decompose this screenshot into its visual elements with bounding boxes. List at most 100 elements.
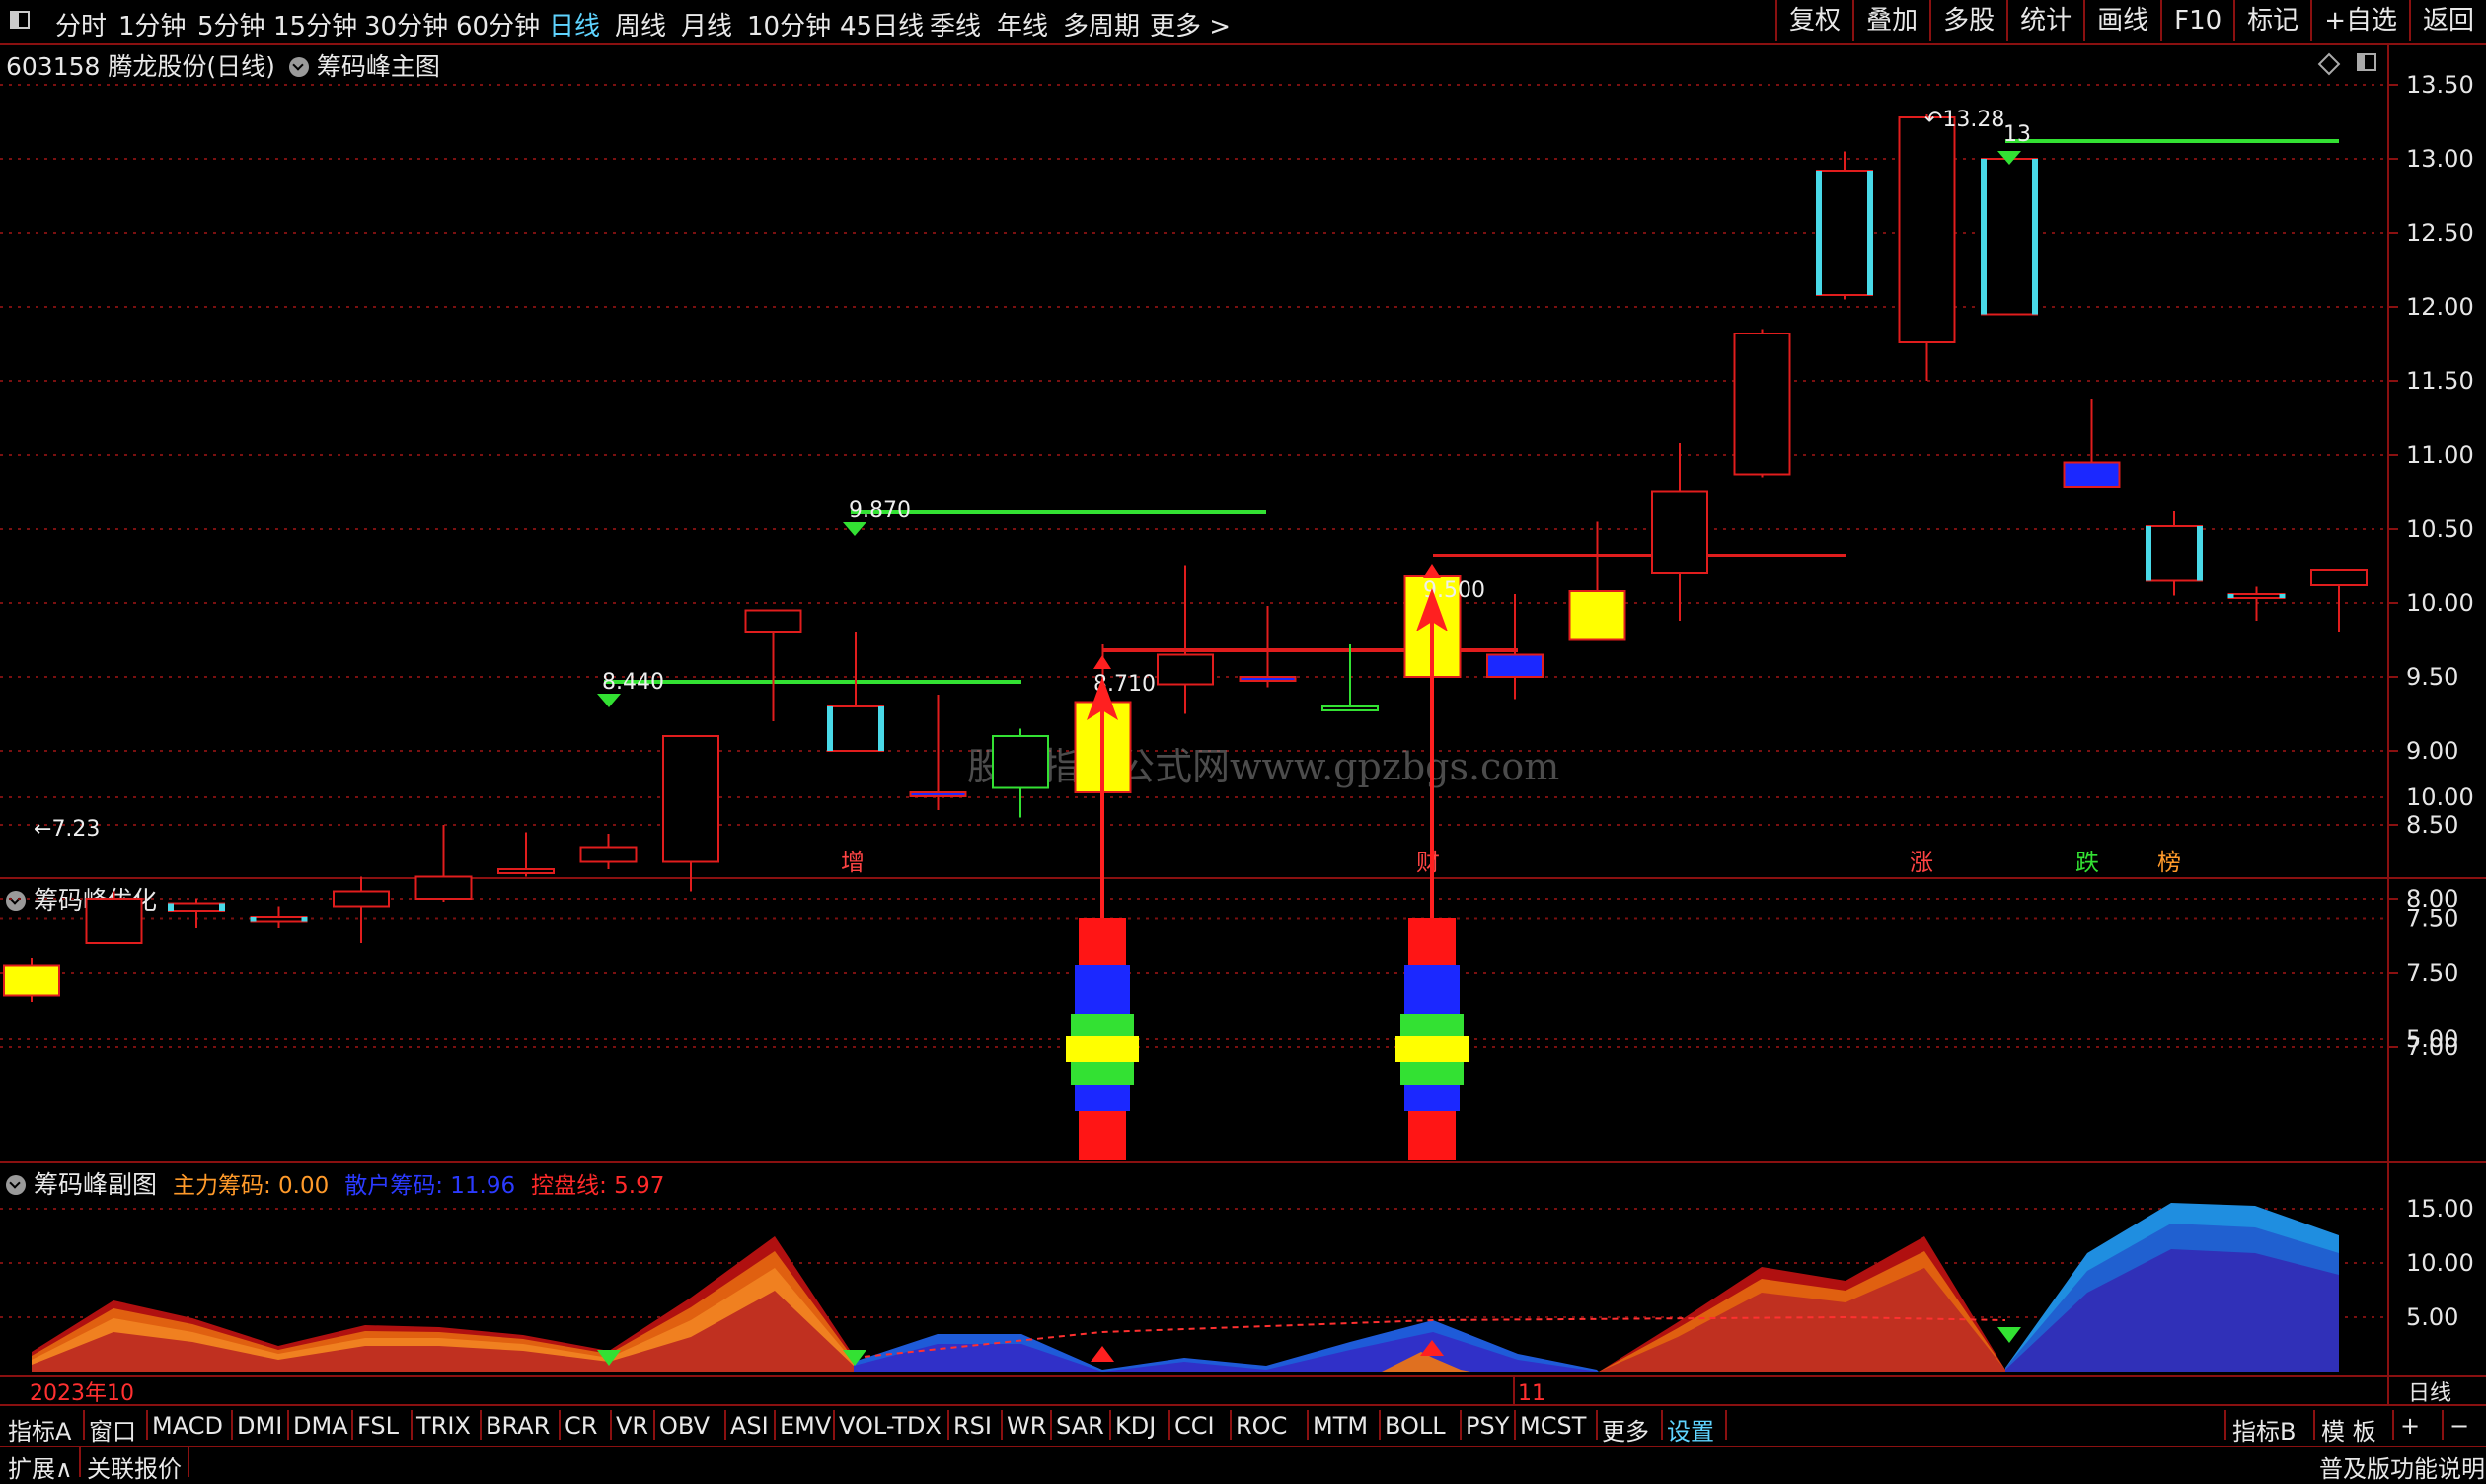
footer-bar: 扩展∧ 关联报价 普及版功能说明: [0, 1444, 2486, 1484]
tab-divider: [146, 1410, 148, 1440]
candlestick: [85, 891, 143, 944]
indicator-tab[interactable]: EMV: [780, 1412, 831, 1440]
price-annotation: 13: [2003, 122, 2031, 147]
indicator-a-button[interactable]: 指标A: [8, 1412, 71, 1447]
tab-divider: [774, 1410, 776, 1440]
indicator-tab[interactable]: CCI: [1174, 1412, 1215, 1440]
tab-divider: [411, 1410, 413, 1440]
price-annotation: 9.870: [849, 498, 911, 523]
indicator-tab[interactable]: PSY: [1466, 1412, 1509, 1440]
indicator-tab[interactable]: ASI: [730, 1412, 769, 1440]
indicator-tab[interactable]: 更多: [1602, 1412, 1649, 1447]
tab-divider: [2224, 1410, 2226, 1440]
y-tick-label: 12.00: [2406, 293, 2474, 321]
tab-divider: [287, 1410, 289, 1440]
tab-divider: [1230, 1410, 1232, 1440]
tab-divider: [1379, 1410, 1381, 1440]
tab-divider: [480, 1410, 482, 1440]
tab-divider: [1596, 1410, 1598, 1440]
indicator-tab[interactable]: KDJ: [1115, 1412, 1156, 1440]
indicator-tab[interactable]: ROC: [1236, 1412, 1287, 1440]
tab-divider: [1001, 1410, 1003, 1440]
indicator-tab[interactable]: CR: [565, 1412, 597, 1440]
candlestick: [992, 728, 1049, 818]
tab-divider: [833, 1410, 835, 1440]
linked-quote-button[interactable]: 关联报价: [87, 1449, 182, 1484]
indicator-tab[interactable]: MTM: [1313, 1412, 1368, 1440]
tab-divider: [231, 1410, 233, 1440]
candlestick: [744, 609, 802, 721]
y-tick-label: 10.50: [2406, 515, 2474, 543]
indicator-tab[interactable]: WR: [1007, 1412, 1046, 1440]
indicator-tab[interactable]: VOL-TDX: [839, 1412, 942, 1440]
tab-divider: [947, 1410, 949, 1440]
zoom-out-button[interactable]: −: [2449, 1412, 2469, 1440]
high-price-label: ↶13.28: [1924, 108, 2004, 132]
sell-signal-icon: [597, 694, 621, 707]
candlestick: [2063, 399, 2121, 488]
indicator-tab[interactable]: DMI: [237, 1412, 282, 1440]
expand-button[interactable]: 扩展∧: [8, 1449, 73, 1484]
y-tick-label: 7.50: [2406, 905, 2458, 932]
indicator-tab[interactable]: RSI: [953, 1412, 992, 1440]
indicator-tab[interactable]: MACD: [152, 1412, 223, 1440]
tab-divider: [1307, 1410, 1309, 1440]
chip-area-chart: [32, 1203, 2339, 1372]
candlestick: [250, 906, 308, 928]
tab-divider: [2442, 1410, 2444, 1440]
tab-divider: [1460, 1410, 1462, 1440]
tab-divider: [559, 1410, 561, 1440]
candlestick: [3, 958, 60, 1002]
candlestick: [497, 832, 555, 877]
tab-divider: [610, 1410, 612, 1440]
low-price-label: ←7.23: [34, 817, 100, 842]
indicator-tab[interactable]: VR: [616, 1412, 648, 1440]
indicator-b-button[interactable]: 指标B: [2232, 1412, 2296, 1447]
candlestick: [1157, 565, 1214, 714]
chip-stack: [1066, 918, 1139, 1160]
zoom-in-button[interactable]: +: [2400, 1412, 2420, 1440]
y-tick-label: 9.00: [2406, 737, 2458, 765]
tab-divider: [1514, 1410, 1516, 1440]
y-tick-label: 10.00: [2406, 589, 2474, 617]
tab-divider: [83, 1410, 85, 1440]
candlestick: [1733, 329, 1791, 478]
y-tick-label: 5.00: [2406, 1303, 2458, 1331]
y-tick-label: 8.50: [2406, 811, 2458, 839]
indicator-tab[interactable]: FSL: [357, 1412, 399, 1440]
time-label: 2023年10: [30, 1381, 134, 1404]
signal-label: 涨: [1910, 849, 1933, 876]
candlestick: [579, 834, 638, 869]
indicator-tab[interactable]: TRIX: [416, 1412, 471, 1440]
tab-divider: [653, 1410, 655, 1440]
y-tick-label: 11.00: [2406, 441, 2474, 469]
y-tick-label: 9.50: [2406, 663, 2458, 691]
indicator-tab[interactable]: DMA: [293, 1412, 348, 1440]
candlestick: [662, 735, 719, 892]
price-annotation: 8.440: [602, 670, 664, 695]
y-tick-label: 13.50: [2406, 71, 2474, 99]
candlestick: [1816, 151, 1873, 300]
tab-divider: [2392, 1410, 2394, 1440]
tab-divider: [724, 1410, 726, 1440]
tab-divider: [1109, 1410, 1111, 1440]
chart-canvas[interactable]: 13.50 13.00 12.50 12.00 11.50 11.00 10.50 10.00…: [0, 0, 2486, 1404]
help-link[interactable]: 普及版功能说明: [2319, 1449, 2485, 1484]
candlestick: [1568, 521, 1626, 641]
tab-divider: [1725, 1410, 1727, 1440]
y-tick-label: 11.50: [2406, 367, 2474, 395]
candlestick: [1651, 443, 1708, 621]
template-button[interactable]: 模 板: [2321, 1412, 2376, 1447]
candlestick: [909, 695, 967, 810]
indicator-tab[interactable]: MCST: [1520, 1412, 1586, 1440]
indicator-tab[interactable]: 设置: [1667, 1412, 1714, 1447]
indicator-tab[interactable]: SAR: [1056, 1412, 1104, 1440]
candlestick: [414, 825, 473, 902]
indicator-tab[interactable]: BRAR: [486, 1412, 550, 1440]
indicator-tab[interactable]: OBV: [659, 1412, 710, 1440]
y-tick-label: 7.50: [2406, 959, 2458, 987]
time-label: 11: [1518, 1381, 1545, 1404]
signal-label: 跌: [2075, 849, 2099, 876]
window-button[interactable]: 窗口: [89, 1412, 136, 1447]
indicator-tab[interactable]: BOLL: [1385, 1412, 1446, 1440]
